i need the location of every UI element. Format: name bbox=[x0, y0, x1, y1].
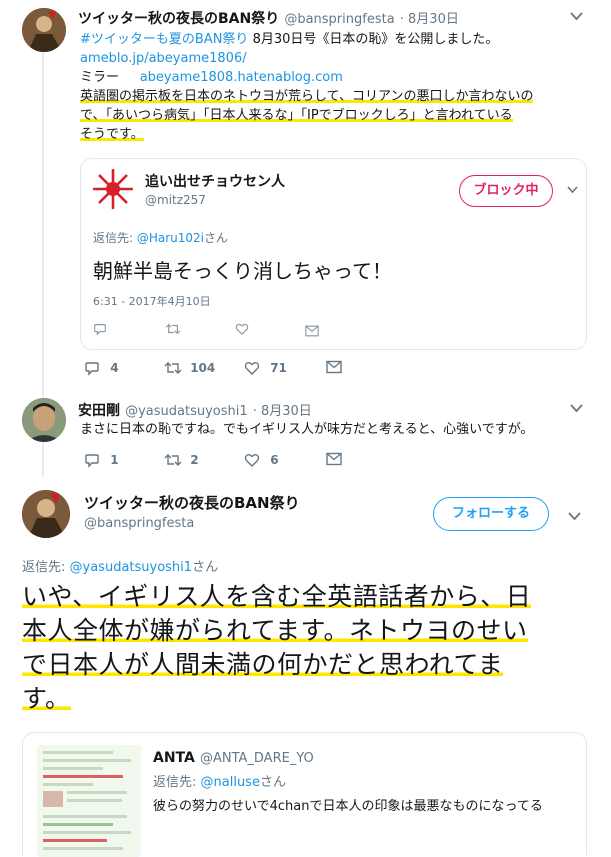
display-name[interactable]: 追い出せチョウセン人 bbox=[145, 171, 285, 191]
mirror-link[interactable]: abeyame1808.hatenablog.com bbox=[140, 70, 343, 85]
tweet-text: #ツイッターも夏のBAN祭り 8月30日号《日本の恥》を公開しました。 ameb… bbox=[80, 32, 534, 142]
tweet-text: まさに日本の恥ですね。でもイギリス人が味方だと考えると、心強いですが。 bbox=[80, 422, 534, 437]
reply-to: 返信先: @nalluseさん bbox=[153, 775, 286, 790]
retweet-button[interactable]: 104 bbox=[164, 360, 215, 376]
dm-icon bbox=[326, 452, 342, 468]
tweet-actions: 4 104 71 bbox=[84, 360, 384, 380]
like-count: 6 bbox=[270, 452, 279, 467]
quoted-tweet[interactable]: ANTA @ANTA_DARE_YO 返信先: @nalluseさん 彼らの努力… bbox=[22, 732, 587, 857]
quoted-tweet[interactable]: 追い出せチョウセン人 @mitz257 ブロック中 返信先: @Haru102i… bbox=[80, 158, 587, 350]
retweet-icon bbox=[164, 452, 182, 468]
url-link[interactable]: ameblo.jp/abeyame1806/ bbox=[80, 51, 247, 66]
handle[interactable]: @mitz257 bbox=[145, 193, 206, 207]
like-icon bbox=[244, 452, 260, 468]
reply-to-handle[interactable]: @Haru102i bbox=[137, 231, 204, 245]
like-icon[interactable] bbox=[235, 321, 249, 340]
chevron-down-icon[interactable] bbox=[570, 402, 583, 417]
handle[interactable]: @ANTA_DARE_YO bbox=[200, 751, 314, 766]
quoted-text: 彼らの努力のせいで4chanで日本人の印象は最悪なものになってる bbox=[153, 799, 543, 814]
reply-count: 1 bbox=[110, 452, 119, 467]
avatar[interactable] bbox=[22, 490, 70, 538]
chevron-down-icon[interactable] bbox=[568, 510, 581, 525]
tweet-header: ツイッター秋の夜長のBAN祭り @banspringfesta · 8月30日 bbox=[78, 8, 459, 28]
dm-button[interactable] bbox=[326, 452, 342, 468]
retweet-icon bbox=[164, 360, 182, 376]
tweet-actions: 1 2 6 bbox=[84, 452, 384, 472]
display-name[interactable]: ANTA bbox=[153, 750, 195, 766]
follow-button[interactable]: フォローする bbox=[433, 497, 549, 531]
reply-icon[interactable] bbox=[93, 321, 107, 340]
avatar[interactable] bbox=[93, 169, 133, 209]
display-name[interactable]: ツイッター秋の夜長のBAN祭り bbox=[78, 11, 279, 27]
quoted-image[interactable] bbox=[37, 745, 141, 857]
hashtag-link[interactable]: #ツイッターも夏のBAN祭り bbox=[80, 32, 248, 47]
like-button[interactable]: 71 bbox=[244, 360, 287, 376]
timestamp[interactable]: · 8月30日 bbox=[400, 12, 459, 27]
dm-icon bbox=[326, 360, 342, 376]
handle[interactable]: @banspringfesta bbox=[84, 516, 194, 531]
quoted-header: ANTA @ANTA_DARE_YO bbox=[153, 747, 314, 766]
retweet-icon[interactable] bbox=[165, 321, 181, 340]
display-name[interactable]: 安田剛 bbox=[78, 403, 120, 419]
timestamp[interactable]: 6:31 - 2017年4月10日 bbox=[93, 293, 211, 309]
tweet-header: 安田剛 @yasudatsuyoshi1 · 8月30日 bbox=[78, 400, 312, 420]
blocked-button[interactable]: ブロック中 bbox=[459, 175, 553, 207]
reply-button[interactable]: 1 bbox=[84, 452, 119, 468]
reply-to-handle[interactable]: @yasudatsuyoshi1 bbox=[70, 560, 193, 575]
quoted-actions bbox=[93, 321, 333, 339]
like-button[interactable]: 6 bbox=[244, 452, 279, 468]
dm-button[interactable] bbox=[326, 360, 342, 376]
reply-count: 4 bbox=[110, 360, 119, 375]
chevron-down-icon[interactable] bbox=[570, 10, 583, 25]
reply-to-handle[interactable]: @nalluse bbox=[201, 775, 260, 790]
retweet-count: 104 bbox=[190, 360, 216, 375]
reply-to: 返信先: @yasudatsuyoshi1さん bbox=[22, 560, 219, 575]
chevron-down-icon[interactable] bbox=[567, 183, 578, 198]
retweet-count: 2 bbox=[190, 452, 199, 467]
reply-icon bbox=[84, 360, 100, 376]
avatar[interactable] bbox=[22, 8, 66, 52]
display-name[interactable]: ツイッター秋の夜長のBAN祭り bbox=[84, 492, 300, 513]
retweet-button[interactable]: 2 bbox=[164, 452, 199, 468]
reply-icon bbox=[84, 452, 100, 468]
quoted-text: 朝鮮半島そっくり消しちゃって！ bbox=[93, 259, 392, 283]
reply-to: 返信先: @Haru102iさん bbox=[93, 231, 229, 245]
like-icon bbox=[244, 360, 260, 376]
like-count: 71 bbox=[270, 360, 287, 375]
reply-button[interactable]: 4 bbox=[84, 360, 119, 376]
handle[interactable]: @banspringfesta bbox=[284, 12, 394, 27]
tweet-text: いや、イギリス人を含む全英語話者から、日 本人全体が嫌がられてます。ネトウヨのせ… bbox=[22, 582, 532, 713]
timestamp[interactable]: · 8月30日 bbox=[253, 404, 312, 419]
dm-icon[interactable] bbox=[305, 322, 319, 341]
handle[interactable]: @yasudatsuyoshi1 bbox=[125, 404, 248, 419]
avatar[interactable] bbox=[22, 398, 66, 442]
